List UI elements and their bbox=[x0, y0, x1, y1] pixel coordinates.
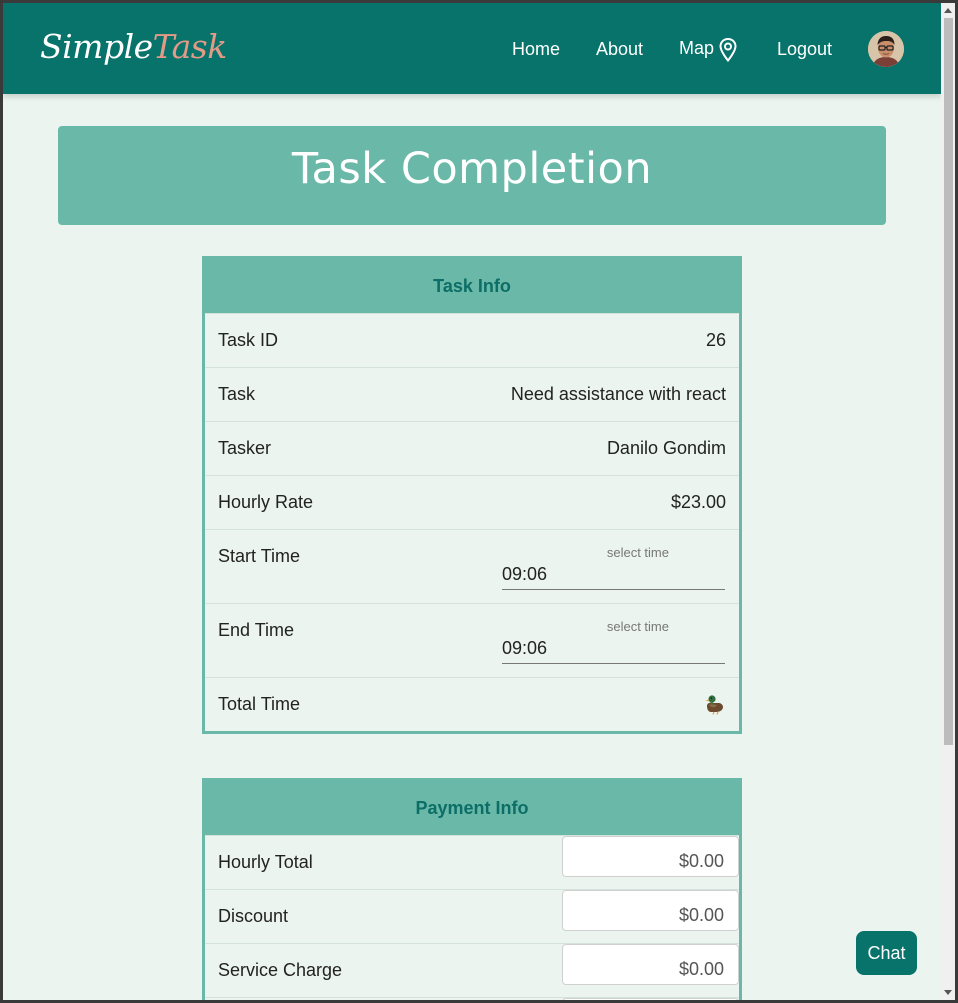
payment-info-card: Payment Info Hourly Total $0.00 Discount… bbox=[202, 778, 742, 1000]
task-row: Task Need assistance with react bbox=[205, 367, 739, 421]
task-id-label: Task ID bbox=[218, 330, 279, 350]
chat-button[interactable]: Chat bbox=[856, 931, 917, 975]
page-frame: SimpleTask Home About Map Logout Task Co… bbox=[3, 3, 941, 1000]
nav-link-map[interactable]: Map bbox=[679, 38, 714, 59]
start-time-caption: select time bbox=[606, 545, 669, 560]
task-id-value: 26 bbox=[705, 330, 726, 350]
task-info-header: Task Info bbox=[205, 259, 739, 313]
user-avatar[interactable] bbox=[868, 31, 904, 67]
discount-row: Discount $0.00 bbox=[205, 889, 739, 943]
page-title-banner: Task Completion bbox=[58, 126, 886, 225]
brand-logo[interactable]: SimpleTask bbox=[40, 27, 227, 66]
nav-link-about[interactable]: About bbox=[596, 39, 643, 60]
hourly-total-input[interactable]: $0.00 bbox=[562, 836, 739, 877]
nav-link-logout[interactable]: Logout bbox=[777, 39, 832, 60]
service-charge-row: Service Charge $0.00 bbox=[205, 943, 739, 997]
page-scrollbar[interactable] bbox=[941, 3, 955, 1000]
end-time-value: 09:06 bbox=[502, 638, 548, 658]
start-time-label: Start Time bbox=[218, 546, 301, 566]
scroll-thumb[interactable] bbox=[944, 18, 953, 745]
tasker-label: Tasker bbox=[218, 438, 272, 458]
start-time-row: Start Time select time 09:06 bbox=[205, 529, 739, 603]
hourly-rate-value: $23.00 bbox=[670, 492, 726, 512]
tasker-value: Danilo Gondim bbox=[606, 438, 726, 458]
page-title: Task Completion bbox=[291, 144, 653, 194]
tasker-row: Tasker Danilo Gondim bbox=[205, 421, 739, 475]
brand-text-simple: Simple bbox=[40, 27, 153, 66]
payment-info-header: Payment Info bbox=[205, 781, 739, 835]
navbar: SimpleTask Home About Map Logout bbox=[3, 3, 941, 94]
avatar-image bbox=[868, 31, 904, 67]
task-label: Task bbox=[218, 384, 256, 404]
next-payment-row bbox=[205, 997, 739, 1000]
map-pin-icon[interactable] bbox=[719, 38, 737, 62]
nav-link-home[interactable]: Home bbox=[512, 39, 560, 60]
end-time-label: End Time bbox=[218, 620, 295, 640]
end-time-caption: select time bbox=[606, 619, 669, 634]
brand-text-task: Task bbox=[152, 27, 228, 66]
task-value: Need assistance with react bbox=[510, 384, 726, 404]
scroll-up-arrow-icon[interactable] bbox=[944, 8, 952, 13]
duck-icon bbox=[705, 695, 723, 715]
hourly-total-row: Hourly Total $0.00 bbox=[205, 835, 739, 889]
service-charge-input[interactable]: $0.00 bbox=[562, 944, 739, 985]
start-time-picker[interactable]: select time 09:06 bbox=[502, 530, 725, 590]
hourly-rate-label: Hourly Rate bbox=[218, 492, 314, 512]
discount-label: Discount bbox=[218, 906, 289, 926]
start-time-value: 09:06 bbox=[502, 564, 548, 584]
scroll-down-arrow-icon[interactable] bbox=[944, 990, 952, 995]
task-info-card: Task Info Task ID 26 Task Need assistanc… bbox=[202, 256, 742, 734]
hourly-rate-row: Hourly Rate $23.00 bbox=[205, 475, 739, 529]
next-payment-input[interactable] bbox=[562, 998, 739, 1000]
service-charge-label: Service Charge bbox=[218, 960, 343, 980]
task-id-row: Task ID 26 bbox=[205, 313, 739, 367]
end-time-row: End Time select time 09:06 bbox=[205, 603, 739, 677]
total-time-row: Total Time bbox=[205, 677, 739, 731]
end-time-picker[interactable]: select time 09:06 bbox=[502, 604, 725, 664]
discount-input[interactable]: $0.00 bbox=[562, 890, 739, 931]
hourly-total-label: Hourly Total bbox=[218, 852, 313, 872]
total-time-label: Total Time bbox=[218, 694, 301, 714]
